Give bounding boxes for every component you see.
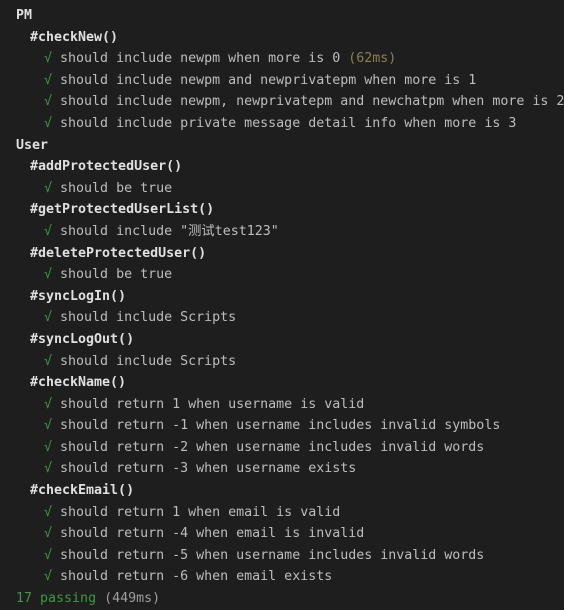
test-title: should return -3 when username exists (60, 461, 357, 477)
check-icon: √ (44, 267, 53, 283)
test-result-row: √ should return -6 when email exists (0, 566, 564, 588)
suite-root-title: User (16, 137, 49, 153)
test-title: should return -4 when email is invalid (60, 526, 365, 542)
test-result-row: √ should return 1 when username is valid (0, 394, 564, 416)
test-result-row: √ should return -1 when username include… (0, 415, 564, 437)
test-result-row: √ should include Scripts (0, 307, 564, 329)
passing-label: passing (40, 591, 97, 607)
summary-line: 17 passing (449ms) (0, 588, 564, 610)
suite-sub-title: #checkNew() (30, 29, 119, 45)
check-icon: √ (44, 310, 53, 326)
test-result-row: √ should include newpm and newprivatepm … (0, 70, 564, 92)
test-title: should return 1 when username is valid (60, 396, 365, 412)
test-title: should be true (60, 180, 173, 196)
check-icon: √ (44, 418, 53, 434)
test-title: should include private message detail in… (60, 115, 517, 131)
check-icon: √ (44, 115, 53, 131)
suite-sub-title: #deleteProtectedUser() (30, 245, 207, 261)
test-title: should include newpm when more is 0 (60, 51, 341, 67)
check-icon: √ (44, 72, 53, 88)
check-icon: √ (44, 94, 53, 110)
check-icon: √ (44, 223, 53, 239)
check-icon: √ (44, 439, 53, 455)
test-result-row: √ should return -2 when username include… (0, 437, 564, 459)
test-title: should include newpm, newprivatepm and n… (60, 94, 564, 110)
test-result-row: √ should return -3 when username exists (0, 458, 564, 480)
test-result-row: √ should include Scripts (0, 351, 564, 373)
test-result-row: √ should be true (0, 264, 564, 286)
test-result-row: √ should return 1 when email is valid (0, 502, 564, 524)
test-result-row: √ should include newpm when more is 0 (6… (0, 48, 564, 70)
test-result-row: √ should return -5 when username include… (0, 545, 564, 567)
check-icon: √ (44, 504, 53, 520)
test-title: should return -5 when username includes … (60, 547, 485, 563)
suite-sub-title: #checkName() (30, 375, 127, 391)
passing-count: 17 (16, 591, 33, 607)
suite-sub-title: #getProtectedUserList() (30, 202, 215, 218)
suite-sub-title: #syncLogOut() (30, 331, 135, 347)
test-title: should return -1 when username includes … (60, 418, 501, 434)
test-title: should include newpm and newprivatepm wh… (60, 72, 477, 88)
check-icon: √ (44, 569, 53, 585)
test-title: should be true (60, 267, 173, 283)
test-title: should include Scripts (60, 353, 237, 369)
test-title: should return -6 when email exists (60, 569, 333, 585)
test-result-row: √ should include "测试test123" (0, 221, 564, 243)
check-icon: √ (44, 396, 53, 412)
suite-sub-title: #checkEmail() (30, 483, 135, 499)
test-result-row: √ should include private message detail … (0, 113, 564, 135)
test-result-row: √ should be true (0, 178, 564, 200)
check-icon: √ (44, 526, 53, 542)
suite-sub-title: #syncLogIn() (30, 288, 127, 304)
suite-sub-title: #addProtectedUser() (30, 159, 183, 175)
check-icon: √ (44, 461, 53, 477)
test-result-row: √ should include newpm, newprivatepm and… (0, 91, 564, 113)
test-title: should return -2 when username includes … (60, 439, 485, 455)
summary-duration: (449ms) (104, 591, 161, 607)
check-icon: √ (44, 353, 53, 369)
terminal-window: PM #checkNew() √ should include newpm when… (0, 0, 564, 606)
test-result-row: √ should return -4 when email is invalid (0, 523, 564, 545)
test-title: should include "测试test123" (60, 223, 279, 239)
test-title: should include Scripts (60, 310, 237, 326)
test-output: PM #checkNew() √ should include newpm when… (0, 0, 564, 610)
test-title: should return 1 when email is valid (60, 504, 341, 520)
test-duration: (62ms) (348, 51, 397, 67)
check-icon: √ (44, 51, 53, 67)
suite-root-title: PM (16, 8, 33, 23)
check-icon: √ (44, 180, 53, 196)
check-icon: √ (44, 547, 53, 563)
